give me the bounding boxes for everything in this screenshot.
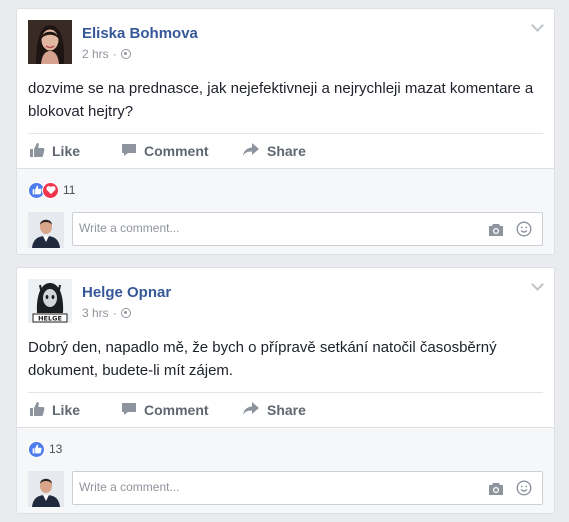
comment-input[interactable] — [79, 221, 459, 235]
author-name[interactable]: Eliska Bohmova — [82, 25, 198, 42]
chevron-down-icon[interactable] — [531, 19, 544, 32]
smiley-icon[interactable] — [516, 480, 532, 501]
chevron-down-icon[interactable] — [531, 278, 544, 291]
globe-icon[interactable] — [120, 49, 131, 59]
post-header: Eliska Bohmova 2 hrs · — [28, 20, 528, 66]
comment-label: Comment — [144, 402, 209, 418]
comment-input[interactable] — [79, 480, 459, 494]
like-button[interactable]: Like — [29, 134, 80, 168]
post-text: dozvime se na prednasce, jak nejefektivn… — [28, 80, 534, 120]
comment-icon — [121, 142, 137, 161]
thumbs-up-icon — [29, 142, 45, 161]
share-icon — [242, 401, 260, 420]
reactions-summary[interactable]: 13 — [28, 439, 62, 459]
love-reaction-icon — [42, 181, 59, 199]
reactions-summary[interactable]: 11 — [28, 180, 75, 200]
camera-icon[interactable] — [488, 223, 504, 242]
like-reaction-icon — [28, 440, 45, 458]
globe-icon[interactable] — [120, 308, 131, 318]
comment-button[interactable]: Comment — [121, 393, 209, 427]
author-avatar[interactable] — [28, 20, 72, 64]
like-label: Like — [52, 143, 81, 159]
post-actions: Like Comment Share — [28, 133, 543, 167]
comment-box — [72, 212, 543, 246]
like-label: Like — [52, 402, 81, 418]
thumbs-up-icon — [29, 401, 45, 420]
author-avatar[interactable]: HELGE — [28, 279, 72, 323]
post-header: HELGE Helge Opnar 3 hrs · — [28, 279, 528, 325]
share-label: Share — [267, 402, 306, 418]
smiley-icon[interactable] — [516, 221, 532, 242]
meta-separator: · — [112, 47, 117, 61]
reaction-count: 13 — [49, 442, 63, 456]
camera-icon[interactable] — [488, 482, 504, 501]
current-user-avatar[interactable] — [28, 471, 64, 507]
post-card: Eliska Bohmova 2 hrs · dozvime se na pred… — [16, 8, 555, 255]
post-timestamp[interactable]: 3 hrs — [82, 306, 109, 320]
post-timestamp[interactable]: 2 hrs — [82, 47, 109, 61]
share-button[interactable]: Share — [242, 393, 306, 427]
comment-label: Comment — [144, 143, 209, 159]
like-button[interactable]: Like — [29, 393, 80, 427]
reaction-count: 11 — [63, 183, 76, 197]
comment-box — [72, 471, 543, 505]
share-label: Share — [267, 143, 306, 159]
post-card: HELGE Helge Opnar 3 hrs · Dobrý den, napa… — [16, 267, 555, 514]
post-text: Dobrý den, napadlo mě, že bych o příprav… — [28, 339, 497, 379]
share-button[interactable]: Share — [242, 134, 306, 168]
comment-button[interactable]: Comment — [121, 134, 209, 168]
author-name[interactable]: Helge Opnar — [82, 284, 171, 301]
post-footer: 13 — [17, 427, 554, 513]
post-actions: Like Comment Share — [28, 392, 543, 426]
post-footer: 11 — [17, 168, 554, 254]
current-user-avatar[interactable] — [28, 212, 64, 248]
avatar-text: HELGE — [38, 315, 62, 323]
comment-composer — [28, 471, 543, 507]
comment-icon — [121, 401, 137, 420]
post-meta: 3 hrs · — [82, 306, 131, 320]
post-meta: 2 hrs · — [82, 47, 131, 61]
comment-composer — [28, 212, 543, 248]
share-icon — [242, 142, 260, 161]
meta-separator: · — [112, 306, 117, 320]
